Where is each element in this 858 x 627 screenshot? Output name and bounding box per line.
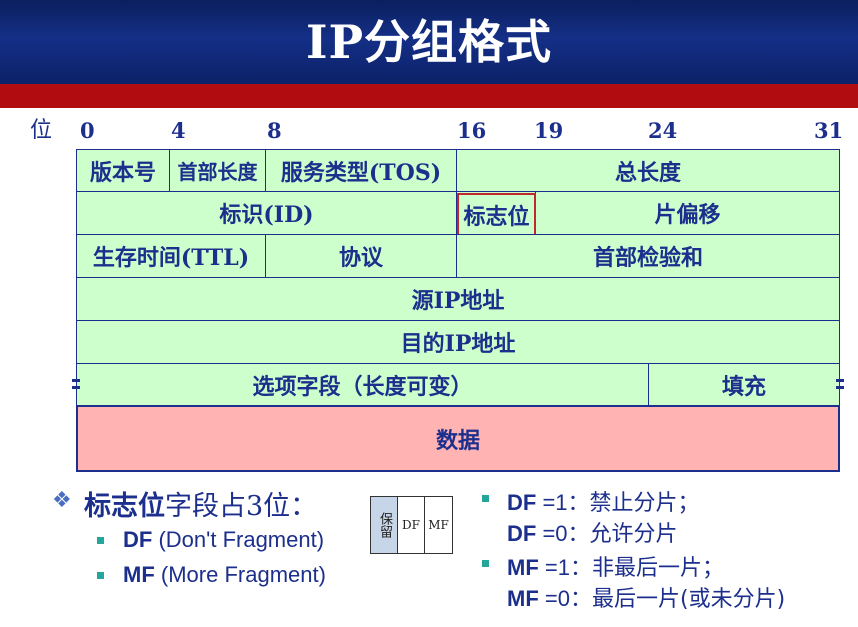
bit-tick-0: 0 bbox=[80, 118, 95, 143]
flags-note-heading-rest: 字段占3位： bbox=[165, 491, 318, 522]
flags-mini-diagram: 保留 DF MF bbox=[370, 496, 453, 554]
df-0-text: ：允许分片 bbox=[567, 522, 678, 547]
bit-tick-8: 8 bbox=[267, 118, 282, 143]
mf-1-value: =1 bbox=[544, 555, 570, 580]
field-padding: 填充 bbox=[648, 363, 840, 406]
field-source-ip: 源IP地址 bbox=[76, 277, 840, 321]
bit-tick-31: 31 bbox=[814, 118, 844, 143]
df-definition: DF (Don't Fragment) bbox=[123, 527, 324, 553]
field-flags: 标志位 bbox=[457, 193, 536, 236]
flags-note-heading-bold: 标志位 bbox=[84, 491, 165, 522]
field-total-length: 总长度 bbox=[456, 149, 840, 192]
mf-definition: MF (More Fragment) bbox=[123, 562, 326, 588]
df-1-text: ：禁止分片； bbox=[567, 491, 700, 516]
df-1-line: DF =1：禁止分片； bbox=[507, 485, 700, 517]
field-destination-ip: 目的IP地址 bbox=[76, 320, 840, 364]
df-abbr: DF bbox=[123, 527, 153, 552]
field-data: 数据 bbox=[76, 405, 840, 472]
variable-length-marker-left bbox=[72, 379, 80, 389]
header-accent-bar bbox=[0, 84, 858, 108]
bit-tick-19: 19 bbox=[534, 118, 564, 143]
square-bullet-icon bbox=[97, 572, 104, 579]
mf-0-value: =0 bbox=[544, 586, 570, 611]
field-options: 选项字段（长度可变） bbox=[76, 363, 649, 406]
field-protocol: 协议 bbox=[265, 234, 457, 278]
field-header-checksum: 首部检验和 bbox=[456, 234, 840, 278]
mf-0-label: MF bbox=[507, 586, 539, 611]
df-1-value: =1 bbox=[542, 490, 568, 515]
bit-axis-label: 位 bbox=[30, 118, 53, 143]
field-header-length: 首部长度 bbox=[169, 149, 266, 192]
df-full: (Don't Fragment) bbox=[158, 527, 325, 552]
field-fragment-offset: 片偏移 bbox=[535, 191, 840, 235]
df-1-label: DF bbox=[507, 490, 537, 515]
bit-tick-16: 16 bbox=[457, 118, 487, 143]
field-identification: 标识(ID) bbox=[76, 191, 457, 235]
square-bullet-icon bbox=[97, 537, 104, 544]
square-bullet-icon bbox=[482, 495, 489, 502]
mf-0-text: ：最后一片(或未分片) bbox=[569, 587, 786, 612]
diamond-bullet-icon: ❖ bbox=[52, 488, 72, 513]
square-bullet-icon bbox=[482, 560, 489, 567]
field-tos: 服务类型(TOS) bbox=[265, 149, 457, 192]
slide-title: IP分组格式 bbox=[305, 15, 553, 69]
field-ttl: 生存时间(TTL) bbox=[76, 234, 266, 278]
mf-1-line: MF =1：非最后一片； bbox=[507, 550, 724, 582]
mini-df-bit: DF bbox=[398, 497, 425, 553]
mf-0-line: MF =0：最后一片(或未分片) bbox=[507, 581, 785, 613]
variable-length-marker-right bbox=[836, 379, 844, 389]
field-version: 版本号 bbox=[76, 149, 170, 192]
mini-mf-bit: MF bbox=[428, 518, 449, 532]
mf-full: (More Fragment) bbox=[160, 562, 326, 587]
mf-1-text: ：非最后一片； bbox=[569, 556, 724, 581]
slide-header: IP分组格式 bbox=[0, 0, 858, 84]
df-0-line: DF =0：允许分片 bbox=[507, 516, 678, 548]
mf-1-label: MF bbox=[507, 555, 539, 580]
df-0-value: =0 bbox=[542, 521, 568, 546]
flags-note-heading: 标志位字段占3位： bbox=[84, 484, 317, 523]
bit-tick-4: 4 bbox=[171, 118, 186, 143]
bit-tick-24: 24 bbox=[648, 118, 678, 143]
mf-abbr: MF bbox=[123, 562, 155, 587]
mini-reserved-bit: 保留 bbox=[371, 497, 398, 553]
df-0-label: DF bbox=[507, 521, 537, 546]
